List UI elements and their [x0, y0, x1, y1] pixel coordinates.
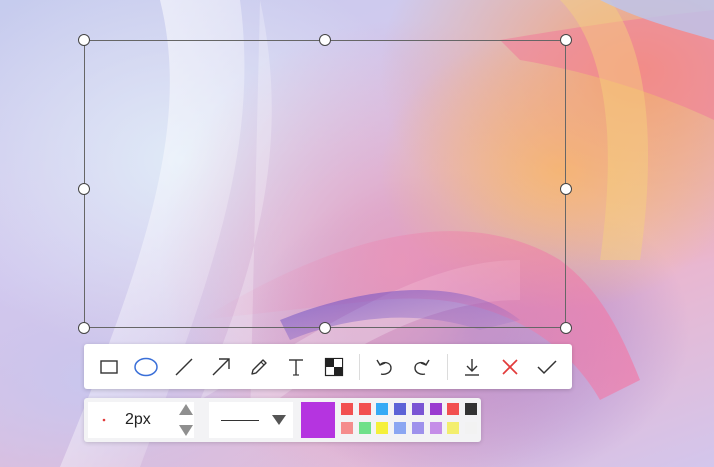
text-icon [289, 358, 304, 376]
confirm-button[interactable] [529, 344, 567, 389]
brush-size-preview [88, 402, 120, 438]
annotation-toolbar [84, 344, 572, 389]
resize-handle-top-left[interactable] [78, 34, 90, 46]
color-swatch[interactable] [394, 403, 407, 415]
size-stepper[interactable] [175, 403, 197, 437]
color-swatch[interactable] [464, 403, 477, 415]
ellipse-icon [134, 357, 158, 376]
check-icon [537, 359, 557, 374]
undo-button[interactable] [366, 344, 404, 389]
download-icon [465, 358, 480, 376]
arrow-tool[interactable] [203, 344, 241, 389]
line-icon [175, 358, 193, 375]
toolbar-divider [446, 353, 448, 380]
ellipse-tool[interactable] [128, 344, 166, 389]
color-swatch[interactable] [411, 403, 424, 415]
color-swatch[interactable] [376, 403, 389, 415]
chevron-down-icon [272, 415, 286, 425]
color-swatch[interactable] [429, 403, 442, 415]
line-style-sample [221, 419, 259, 421]
dot-icon [102, 418, 106, 422]
color-swatch[interactable] [394, 422, 407, 434]
color-swatch[interactable] [358, 403, 371, 415]
mosaic-icon [324, 357, 343, 376]
resize-handle-bottom[interactable] [319, 322, 331, 334]
size-value: 2px [125, 411, 151, 428]
toolbar-divider [358, 353, 360, 380]
line-tool[interactable] [165, 344, 203, 389]
color-swatch[interactable] [464, 422, 477, 434]
resize-handle-top-right[interactable] [560, 34, 572, 46]
resize-handle-bottom-right[interactable] [560, 322, 572, 334]
resize-handle-right[interactable] [560, 183, 572, 195]
pencil-icon [251, 358, 267, 375]
mosaic-tool[interactable] [315, 344, 353, 389]
resize-handle-left[interactable] [78, 183, 90, 195]
save-button[interactable] [454, 344, 492, 389]
redo-button[interactable] [403, 344, 441, 389]
selection-area[interactable] [84, 40, 566, 328]
resize-handle-bottom-left[interactable] [78, 322, 90, 334]
color-swatch[interactable] [411, 422, 424, 434]
current-color-swatch[interactable] [301, 402, 335, 438]
cancel-button[interactable] [491, 344, 529, 389]
color-swatch[interactable] [376, 422, 389, 434]
pen-tool[interactable] [240, 344, 278, 389]
decrease-arrow-icon[interactable] [178, 424, 194, 437]
color-swatch[interactable] [429, 422, 442, 434]
resize-handle-top[interactable] [319, 34, 331, 46]
increase-arrow-icon[interactable] [178, 403, 194, 416]
arrow-icon [212, 357, 230, 375]
color-swatch[interactable] [341, 403, 353, 415]
color-swatch[interactable] [447, 422, 460, 434]
close-icon [502, 358, 518, 375]
undo-icon [376, 359, 392, 375]
color-swatch[interactable] [358, 422, 371, 434]
text-tool[interactable] [278, 344, 316, 389]
rectangle-tool[interactable] [90, 344, 128, 389]
color-swatch[interactable] [341, 422, 353, 434]
style-toolbar: 2px [84, 398, 481, 442]
rectangle-icon [100, 359, 118, 374]
redo-icon [414, 359, 430, 375]
color-swatch[interactable] [447, 403, 460, 415]
line-style-select[interactable] [209, 402, 293, 438]
